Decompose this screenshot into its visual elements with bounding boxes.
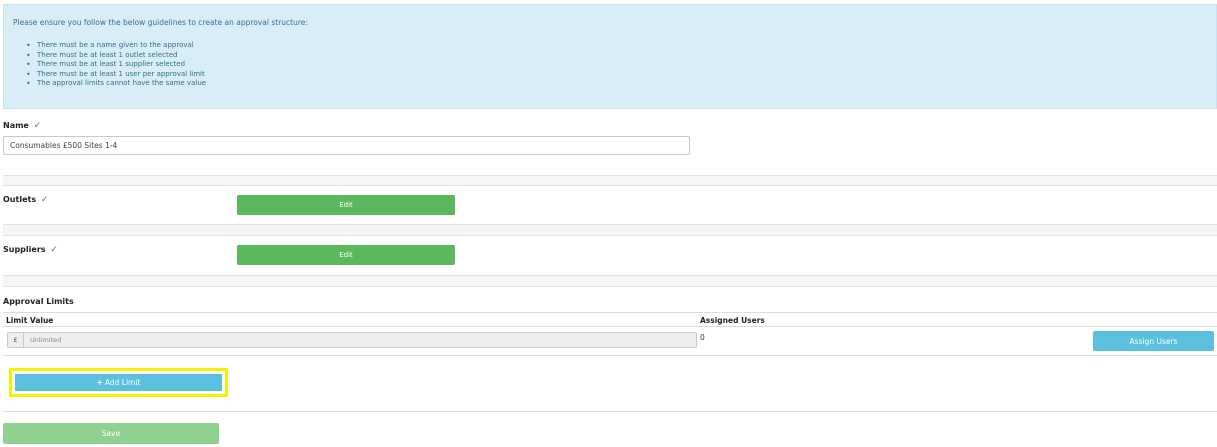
limit-value-input-group: £ Unlimited [7, 332, 697, 348]
plus-icon: + [96, 378, 103, 387]
guidelines-alert: Please ensure you follow the below guide… [3, 4, 1217, 109]
guideline-item: There must be at least 1 supplier select… [26, 60, 206, 70]
guideline-item: There must be a name given to the approv… [26, 41, 206, 51]
edit-suppliers-button[interactable]: Edit [237, 245, 455, 265]
approval-limits-table-header: Limit Value Assigned Users [3, 312, 1217, 327]
footer-divider [3, 411, 1217, 412]
column-header-assigned-users: Assigned Users [700, 316, 765, 325]
guidelines-list: There must be a name given to the approv… [26, 41, 206, 89]
suppliers-label-text: Suppliers [3, 245, 46, 254]
outlets-valid-check-icon: ✓ [40, 195, 49, 205]
section-divider [3, 275, 1217, 287]
approval-name-input[interactable]: Consumables £500 Sites 1-4 [3, 136, 690, 155]
name-label: Name ✓ [3, 121, 41, 131]
approval-limits-title: Approval Limits [3, 297, 74, 306]
assign-users-button[interactable]: Assign Users [1093, 331, 1214, 351]
table-row: £ Unlimited 0 Assign Users [3, 327, 1217, 356]
guideline-item: The approval limits cannot have the same… [26, 79, 206, 89]
outlets-label: Outlets ✓ [3, 195, 48, 205]
section-divider [3, 175, 1217, 186]
guideline-item: There must be at least 1 outlet selected [26, 51, 206, 61]
assigned-users-count: 0 [700, 333, 705, 342]
guidelines-intro: Please ensure you follow the below guide… [13, 18, 308, 27]
add-limit-button[interactable]: + Add Limit [15, 374, 222, 391]
name-label-text: Name [3, 121, 29, 130]
column-header-limit-value: Limit Value [6, 316, 54, 325]
add-limit-label: Add Limit [104, 378, 141, 387]
suppliers-label: Suppliers ✓ [3, 245, 58, 255]
guideline-item: There must be at least 1 user per approv… [26, 70, 206, 80]
limit-value-input[interactable]: Unlimited [24, 333, 696, 347]
section-divider [3, 224, 1217, 236]
edit-outlets-button[interactable]: Edit [237, 195, 455, 215]
name-valid-check-icon: ✓ [33, 121, 42, 131]
save-button[interactable]: Save [3, 423, 219, 444]
currency-addon: £ [8, 333, 24, 347]
add-limit-highlight: + Add Limit [9, 368, 228, 397]
suppliers-valid-check-icon: ✓ [50, 245, 58, 255]
outlets-label-text: Outlets [3, 195, 37, 204]
